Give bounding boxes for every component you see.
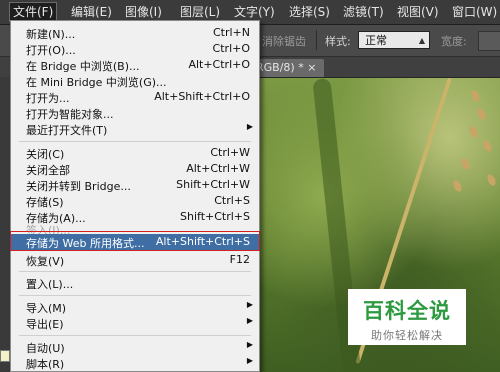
menu-item-save[interactable]: 存储(S) Ctrl+S xyxy=(11,193,259,209)
menu-item-place[interactable]: 置入(L)... xyxy=(11,275,259,291)
menu-edit[interactable]: 编辑(E) xyxy=(71,3,112,21)
antialias-checkbox-label[interactable]: 消除锯齿 xyxy=(262,33,306,49)
menu-item-shortcut: Alt+Ctrl+W xyxy=(186,162,250,175)
grain xyxy=(481,139,494,153)
menu-item-scripts[interactable]: 脚本(R) ▶ xyxy=(11,355,259,371)
grain xyxy=(459,157,472,171)
menu-filter[interactable]: 滤镜(T) xyxy=(343,3,384,21)
menu-item-label: 置入(L)... xyxy=(26,278,74,291)
color-swatch[interactable] xyxy=(0,350,10,362)
menu-select[interactable]: 选择(S) xyxy=(289,3,330,21)
menu-window[interactable]: 窗口(W) xyxy=(452,3,497,21)
menu-item-label: 导出(E) xyxy=(26,318,64,331)
menu-item-automate[interactable]: 自动(U) ▶ xyxy=(11,339,259,355)
menu-item-shortcut: F12 xyxy=(229,253,250,266)
menu-layer[interactable]: 图层(L) xyxy=(180,3,220,21)
menu-item-shortcut: Alt+Shift+Ctrl+O xyxy=(154,90,250,103)
menu-item-browse-bridge[interactable]: 在 Bridge 中浏览(B)... Alt+Ctrl+O xyxy=(11,57,259,73)
menu-item-recent-files[interactable]: 最近打开文件(T) ▶ xyxy=(11,121,259,137)
grain xyxy=(451,179,464,193)
menu-item-export[interactable]: 导出(E) ▶ xyxy=(11,315,259,331)
menu-item-close-go-bridge[interactable]: 关闭并转到 Bridge... Shift+Ctrl+W xyxy=(11,177,259,193)
menu-item-label: 打开(O)... xyxy=(26,44,76,57)
options-divider xyxy=(316,30,317,50)
menu-item-new[interactable]: 新建(N)... Ctrl+N xyxy=(11,25,259,41)
grain xyxy=(475,107,488,121)
menu-item-open-as[interactable]: 打开为... Alt+Shift+Ctrl+O xyxy=(11,89,259,105)
grain xyxy=(469,89,482,103)
menu-item-label: 关闭并转到 Bridge... xyxy=(26,180,131,193)
chevron-right-icon: ▶ xyxy=(246,316,253,325)
chevron-down-icon: ▲ xyxy=(418,36,425,45)
chevron-right-icon: ▶ xyxy=(246,356,253,365)
menu-file[interactable]: 文件(F) xyxy=(9,2,58,22)
style-label: 样式: xyxy=(325,35,351,48)
menu-image[interactable]: 图像(I) xyxy=(125,3,162,21)
menu-item-label: 存储(S) xyxy=(26,196,64,209)
menu-item-shortcut: Shift+Ctrl+W xyxy=(176,178,250,191)
menu-item-revert[interactable]: 恢复(V) F12 xyxy=(11,252,259,268)
menu-item-open[interactable]: 打开(O)... Ctrl+O xyxy=(11,41,259,57)
chevron-right-icon: ▶ xyxy=(246,122,253,131)
menu-item-shortcut: Ctrl+N xyxy=(212,26,250,39)
watermark-subtitle: 助你轻松解决 xyxy=(371,329,443,342)
menu-separator xyxy=(19,141,251,142)
menu-item-label: 新建(N)... xyxy=(26,28,76,41)
menu-item-close-all[interactable]: 关闭全部 Alt+Ctrl+W xyxy=(11,161,259,177)
menu-item-label: 在 Bridge 中浏览(B)... xyxy=(26,60,140,73)
menu-separator xyxy=(19,335,251,336)
menu-item-label: 关闭(C) xyxy=(26,148,65,161)
width-label: 宽度: xyxy=(441,35,467,48)
menu-item-label: 脚本(R) xyxy=(26,358,65,371)
menu-item-shortcut: Ctrl+W xyxy=(210,146,250,159)
menu-item-shortcut: Ctrl+O xyxy=(212,42,250,55)
grain xyxy=(485,173,498,187)
highlight-annotation-box xyxy=(10,231,260,251)
chevron-right-icon: ▶ xyxy=(246,300,253,309)
menu-separator xyxy=(19,295,251,296)
menu-item-close[interactable]: 关闭(C) Ctrl+W xyxy=(11,145,259,161)
menu-item-open-smart-object[interactable]: 打开为智能对象... xyxy=(11,105,259,121)
menu-item-label: 恢复(V) xyxy=(26,255,65,268)
grain xyxy=(467,125,480,139)
menu-item-label: 最近打开文件(T) xyxy=(26,124,108,137)
menu-item-shortcut: Ctrl+S xyxy=(214,194,250,207)
menu-item-label: 关闭全部 xyxy=(26,164,70,177)
file-menu-dropdown: 新建(N)... Ctrl+N 打开(O)... Ctrl+O 在 Bridge… xyxy=(10,20,260,372)
menu-item-import[interactable]: 导入(M) ▶ xyxy=(11,299,259,315)
tools-panel xyxy=(0,77,10,372)
menu-item-label: 打开为... xyxy=(26,92,70,105)
style-select-value: 正常 xyxy=(365,34,387,47)
menu-item-browse-mini-bridge[interactable]: 在 Mini Bridge 中浏览(G)... xyxy=(11,73,259,89)
menu-separator xyxy=(19,271,251,272)
watermark-logo: 百科全说 助你轻松解决 xyxy=(348,289,466,345)
menu-item-label: 在 Mini Bridge 中浏览(G)... xyxy=(26,76,167,89)
style-select[interactable]: 正常 ▲ xyxy=(358,31,430,49)
width-input[interactable] xyxy=(478,31,500,51)
menu-item-label: 自动(U) xyxy=(26,342,65,355)
menu-item-label: 打开为智能对象... xyxy=(26,108,114,121)
menu-item-shortcut: Alt+Ctrl+O xyxy=(188,58,250,71)
menu-item-label: 导入(M) xyxy=(26,302,67,315)
menu-type[interactable]: 文字(Y) xyxy=(234,3,275,21)
chevron-right-icon: ▶ xyxy=(246,340,253,349)
watermark-title: 百科全说 xyxy=(363,299,451,323)
menu-view[interactable]: 视图(V) xyxy=(397,3,439,21)
